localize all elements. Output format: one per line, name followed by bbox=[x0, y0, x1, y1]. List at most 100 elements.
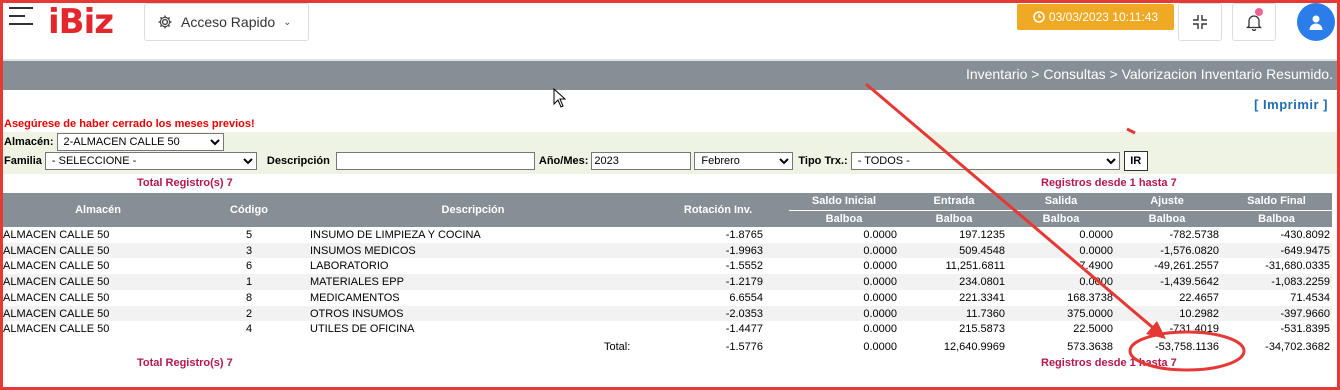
header-currency: Balboa bbox=[789, 210, 899, 227]
cell-salida: 0.0000 bbox=[1079, 276, 1113, 289]
table-row: ALMACEN CALLE 50 8 MEDICAMENTOS 6.6554 0.000… bbox=[3, 289, 1332, 306]
total-registros-top: Total Registro(s) 7 bbox=[137, 177, 233, 189]
cell-codigo: 1 bbox=[245, 276, 253, 289]
header-codigo: Código bbox=[230, 204, 268, 216]
cell-entrada: 215.5873 bbox=[959, 323, 1005, 336]
total-entrada: 12,640.9969 bbox=[943, 341, 1005, 353]
cell-ajuste: -49,261.2557 bbox=[1154, 260, 1219, 273]
table-row: ALMACEN CALLE 50 4 UTILES DE OFICINA -1.447… bbox=[3, 321, 1332, 338]
familia-label: Familia bbox=[4, 155, 42, 167]
cell-descripcion: INSUMO DE LIMPIEZA Y COCINA bbox=[310, 229, 481, 241]
total-label: Total: bbox=[604, 341, 631, 353]
cell-saldo-final: -397.9660 bbox=[1280, 307, 1330, 320]
header-ajuste: Ajuste bbox=[1150, 195, 1184, 207]
almacen-select[interactable]: 2-ALMACEN CALLE 50 bbox=[56, 133, 224, 151]
cell-codigo: 3 bbox=[245, 244, 253, 257]
header-currency: Balboa bbox=[1221, 210, 1332, 227]
cell-descripcion: OTROS INSUMOS bbox=[310, 307, 404, 320]
menu-icon[interactable] bbox=[9, 7, 33, 25]
cell-ajuste: -731.4019 bbox=[1169, 323, 1219, 336]
cell-descripcion: LABORATORIO bbox=[310, 260, 389, 273]
header-currency: Balboa bbox=[1009, 210, 1113, 227]
cell-entrada: 221.3341 bbox=[959, 291, 1005, 304]
acceso-rapido-label: Acceso Rapido bbox=[181, 14, 276, 30]
datetime-text: 03/03/2023 10:11:43 bbox=[1048, 10, 1159, 24]
table-row: ALMACEN CALLE 50 6 LABORATORIO -1.5552 0.000… bbox=[3, 258, 1332, 275]
anio-mes-label: Año/Mes: bbox=[538, 155, 589, 167]
table-row: ALMACEN CALLE 50 2 OTROS INSUMOS -2.0353 0.0… bbox=[3, 305, 1332, 322]
cell-saldo-inicial: 0.0000 bbox=[863, 323, 897, 336]
ir-button[interactable]: IR bbox=[1123, 151, 1148, 171]
cell-codigo: 5 bbox=[245, 229, 253, 241]
cell-saldo-final: 71.4534 bbox=[1290, 291, 1330, 304]
total-ajuste: -53,758.1136 bbox=[1154, 341, 1219, 353]
tipo-trx-label: Tipo Trx.: bbox=[798, 155, 848, 167]
cell-salida: 168.3738 bbox=[1067, 291, 1113, 304]
cell-ajuste: -1,576.0820 bbox=[1160, 244, 1219, 257]
cell-descripcion: MEDICAMENTOS bbox=[310, 291, 400, 304]
user-avatar[interactable] bbox=[1297, 3, 1335, 41]
total-registros-bottom: Total Registro(s) 7 bbox=[137, 357, 233, 369]
table-header: Almacén Código Descripción Rotación Inv.… bbox=[3, 193, 1332, 228]
acceso-rapido-dropdown[interactable]: Acceso Rapido ⌄ bbox=[144, 3, 309, 41]
cell-entrada: 11,251.6811 bbox=[945, 260, 1005, 273]
cell-almacen: ALMACEN CALLE 50 bbox=[3, 260, 110, 273]
header-currency: Balboa bbox=[1113, 210, 1221, 227]
cell-entrada: 197.1235 bbox=[959, 229, 1005, 241]
cell-ajuste: -1,439.5642 bbox=[1160, 276, 1219, 289]
chevron-down-icon: ⌄ bbox=[283, 16, 292, 28]
cell-entrada: 509.4548 bbox=[959, 244, 1005, 257]
imprimir-link[interactable]: [ Imprimir ] bbox=[1254, 97, 1328, 112]
clock-icon bbox=[1033, 11, 1045, 23]
cell-saldo-final: -531.8395 bbox=[1280, 323, 1330, 336]
cell-salida: 0.0000 bbox=[1079, 229, 1113, 241]
cell-entrada: 234.0801 bbox=[959, 276, 1005, 289]
descripcion-input[interactable] bbox=[335, 152, 535, 170]
cell-almacen: ALMACEN CALLE 50 bbox=[3, 323, 110, 336]
header-rotacion: Rotación Inv. bbox=[683, 204, 753, 216]
cell-rotacion: -2.0353 bbox=[725, 307, 763, 320]
cell-rotacion: -1.8765 bbox=[725, 229, 763, 241]
header-salida: Salida bbox=[1044, 195, 1078, 207]
cell-descripcion: INSUMOS MEDICOS bbox=[310, 244, 416, 257]
table-total-row: Total: -1.5776 0.0000 12,640.9969 573.36… bbox=[3, 339, 1332, 355]
cell-saldo-final: -430.8092 bbox=[1280, 229, 1330, 241]
total-saldo-final: -34,702.3682 bbox=[1265, 341, 1330, 353]
top-navbar: iBiz Acceso Rapido ⌄ 03/03/2023 10:11:43 bbox=[3, 3, 1337, 59]
collapse-button[interactable] bbox=[1178, 3, 1222, 41]
cell-ajuste: -782.5738 bbox=[1169, 229, 1219, 241]
header-saldo-final: Saldo Final bbox=[1247, 195, 1306, 207]
cell-salida: 375.0000 bbox=[1067, 307, 1113, 320]
cell-saldo-inicial: 0.0000 bbox=[863, 260, 897, 273]
cell-saldo-inicial: 0.0000 bbox=[863, 307, 897, 320]
header-currency: Balboa bbox=[899, 210, 1009, 227]
user-icon bbox=[1309, 15, 1323, 30]
cell-saldo-inicial: 0.0000 bbox=[863, 244, 897, 257]
cell-saldo-inicial: 0.0000 bbox=[863, 276, 897, 289]
registros-rango-top: Registros desde 1 hasta 7 bbox=[1041, 177, 1177, 189]
total-salida: 573.3638 bbox=[1067, 341, 1113, 353]
cell-saldo-final: -649.9475 bbox=[1280, 244, 1330, 257]
cell-rotacion: -1.5552 bbox=[725, 260, 763, 273]
notifications-button[interactable] bbox=[1232, 3, 1276, 41]
cell-descripcion: UTILES DE OFICINA bbox=[310, 323, 415, 336]
cell-almacen: ALMACEN CALLE 50 bbox=[3, 276, 110, 289]
collapse-icon bbox=[1193, 15, 1207, 29]
cell-salida: 7.4900 bbox=[1079, 260, 1113, 273]
anio-input[interactable] bbox=[591, 152, 692, 170]
cell-entrada: 11.7360 bbox=[966, 307, 1005, 320]
app-logo[interactable]: iBiz bbox=[48, 3, 114, 41]
header-descripcion: Descripción bbox=[441, 204, 505, 216]
table-row: ALMACEN CALLE 50 1 MATERIALES EPP -1.2179 0.… bbox=[3, 274, 1332, 291]
cell-almacen: ALMACEN CALLE 50 bbox=[3, 291, 110, 304]
cell-salida: 22.5000 bbox=[1073, 323, 1113, 336]
notification-dot bbox=[1255, 8, 1263, 16]
total-rotacion: -1.5776 bbox=[725, 341, 763, 353]
mes-select[interactable]: Febrero bbox=[694, 152, 794, 170]
warning-message: Asegúrese de haber cerrado los meses pre… bbox=[4, 118, 255, 130]
familia-select[interactable]: - SELECCIONE - bbox=[44, 152, 257, 170]
cell-almacen: ALMACEN CALLE 50 bbox=[3, 244, 110, 257]
descripcion-label: Descripción bbox=[266, 155, 330, 167]
filter-panel: Almacén: 2-ALMACEN CALLE 50 Familia - SE… bbox=[3, 132, 1337, 174]
tipo-trx-select[interactable]: - TODOS - bbox=[850, 152, 1120, 170]
